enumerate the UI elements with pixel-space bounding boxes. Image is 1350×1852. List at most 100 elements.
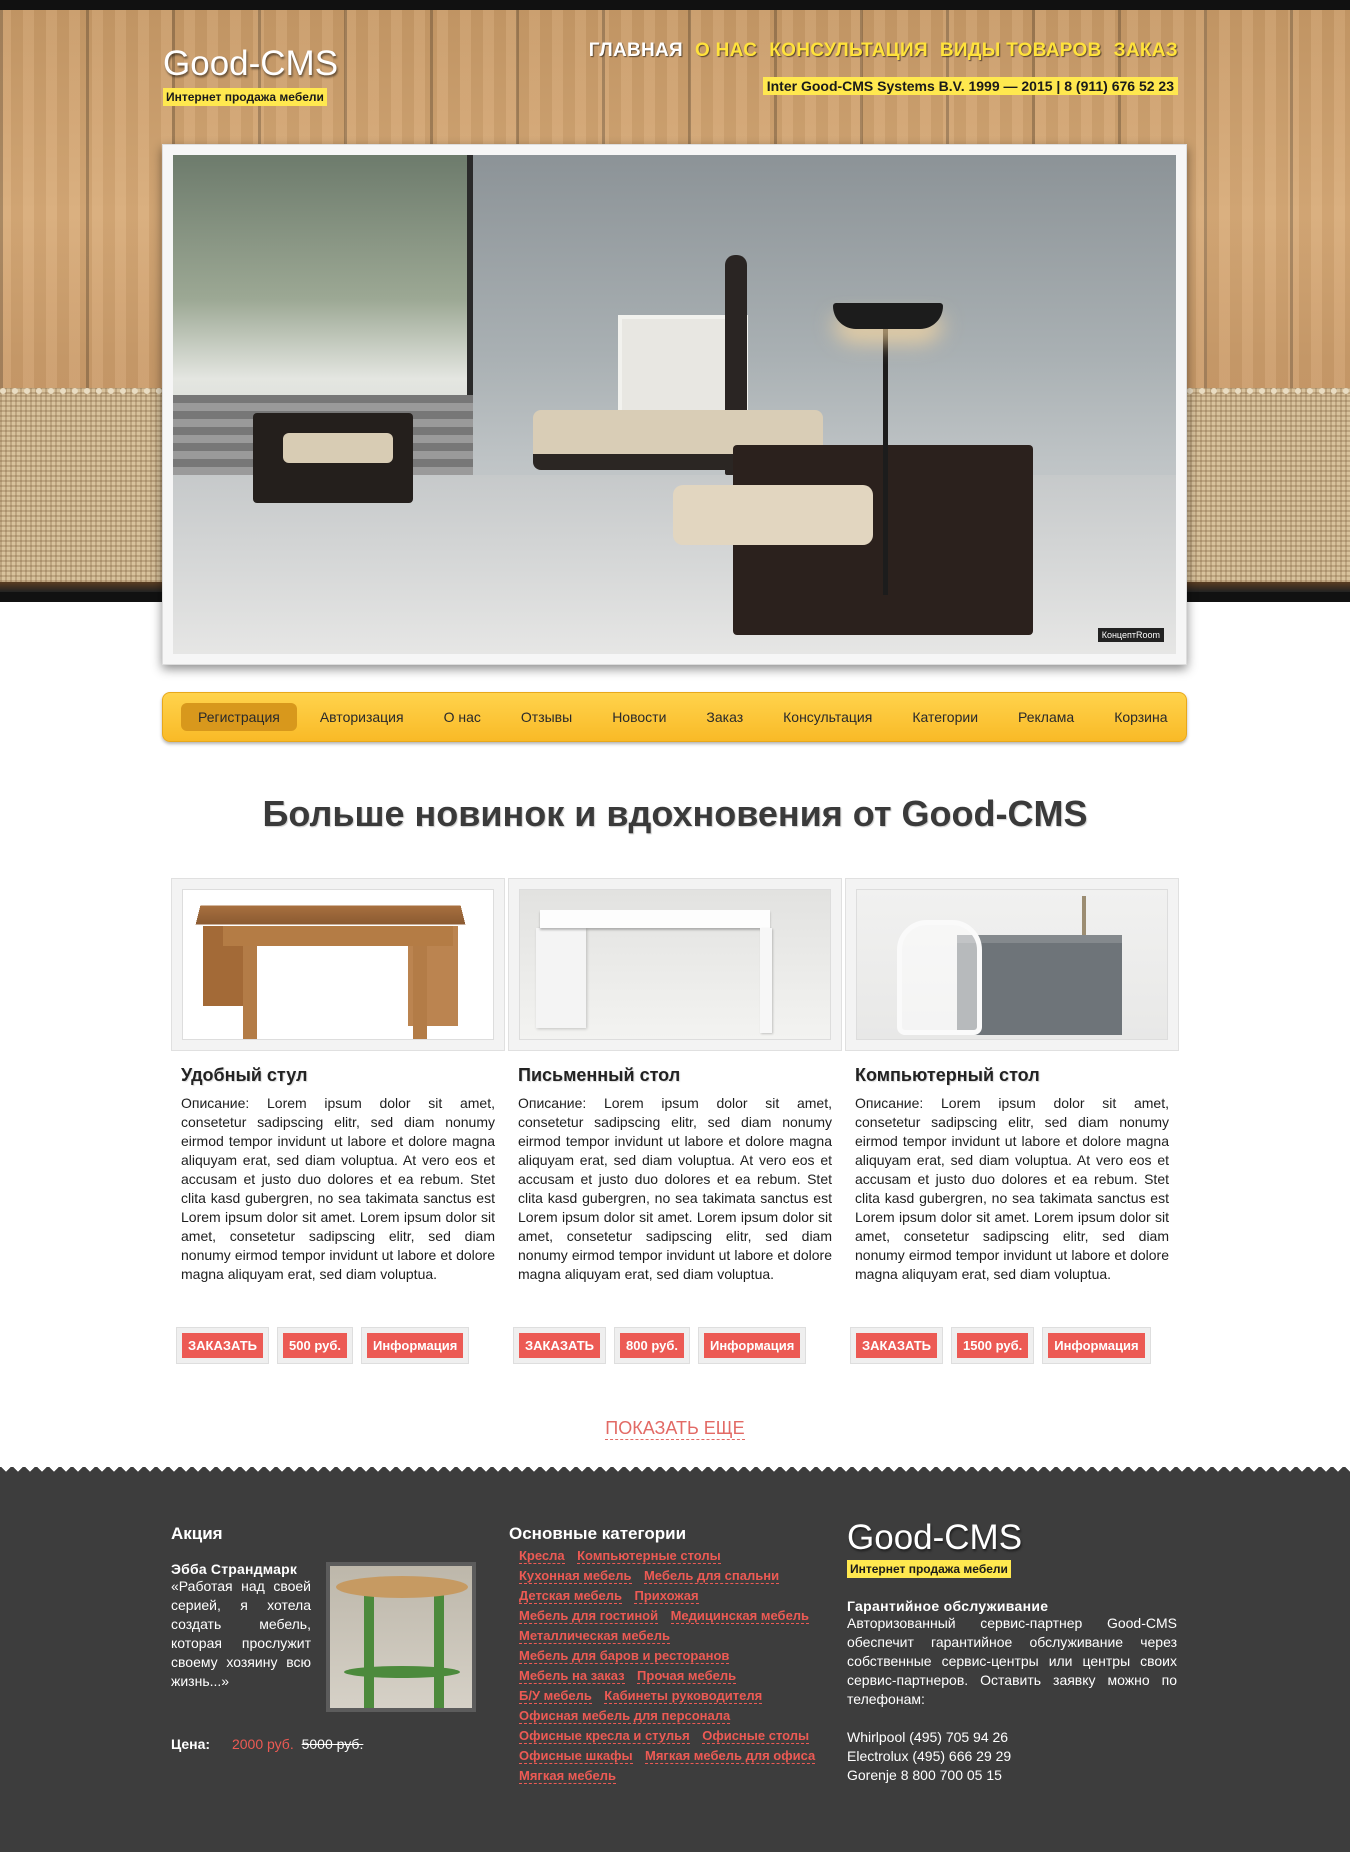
product-actions: ЗАКАЗАТЬ 800 руб. Информация: [513, 1327, 842, 1364]
desk-pedestal: [536, 928, 586, 1028]
info-button[interactable]: Информация: [366, 1333, 464, 1358]
promo-table-top: [336, 1576, 468, 1598]
category-link[interactable]: Офисные кресла и стулья: [519, 1728, 690, 1744]
hero-watermark: КонцептRoom: [1097, 628, 1164, 642]
category-link[interactable]: Мягкая мебель: [519, 1768, 616, 1784]
price-tag[interactable]: 1500 руб.: [957, 1333, 1029, 1358]
product-image-frame[interactable]: [508, 878, 842, 1051]
info-button-wrap: Информация: [1042, 1327, 1151, 1364]
price-button-wrap: 500 руб.: [277, 1327, 353, 1364]
product-description: Описание: Lorem ipsum dolor sit amet, co…: [855, 1095, 1169, 1282]
product-image-frame[interactable]: [845, 878, 1179, 1051]
product-card: Письменный стол Описание: Lorem ipsum do…: [508, 878, 842, 1364]
category-link[interactable]: Кабинеты руководителя: [604, 1688, 763, 1704]
order-button[interactable]: ЗАКАЗАТЬ: [182, 1333, 264, 1358]
product-image-frame[interactable]: [171, 878, 505, 1051]
price-tag[interactable]: 500 руб.: [283, 1333, 347, 1358]
hero-image: КонцептRoom: [173, 155, 1176, 654]
category-link[interactable]: Б/У мебель: [519, 1688, 592, 1704]
category-link[interactable]: Мягкая мебель для офиса: [645, 1748, 816, 1764]
nav-about[interactable]: О НАС: [695, 40, 757, 62]
table-leg: [243, 946, 257, 1039]
desk-leg: [760, 928, 772, 1033]
subnav-consultation[interactable]: Консультация: [766, 703, 889, 731]
category-link[interactable]: Офисные столы: [702, 1728, 810, 1744]
subnav-about[interactable]: О нас: [427, 703, 498, 731]
order-button[interactable]: ЗАКАЗАТЬ: [519, 1333, 601, 1358]
category-link[interactable]: Мебель для спальни: [643, 1568, 780, 1584]
subnav-register[interactable]: Регистрация: [181, 703, 297, 731]
product-actions: ЗАКАЗАТЬ 1500 руб. Информация: [850, 1327, 1179, 1364]
info-button[interactable]: Информация: [703, 1333, 801, 1358]
category-link[interactable]: Прихожая: [634, 1588, 699, 1604]
nav-order[interactable]: ЗАКАЗ: [1114, 40, 1178, 62]
order-button-wrap: ЗАКАЗАТЬ: [850, 1327, 944, 1364]
product-title[interactable]: Компьютерный стол: [855, 1065, 1179, 1086]
product-image: [519, 889, 831, 1040]
site-logo[interactable]: Good-CMS Интернет продажа мебели: [163, 44, 338, 106]
header-contact: Inter Good-CMS Systems B.V. 1999 — 2015 …: [762, 77, 1178, 95]
top-stripe: [0, 0, 1350, 10]
info-button[interactable]: Информация: [1048, 1333, 1145, 1358]
price-tag[interactable]: 800 руб.: [620, 1333, 684, 1358]
show-more-container: ПОКАЗАТЬ ЕЩЕ: [0, 1418, 1350, 1440]
logo-title: Good-CMS: [163, 44, 339, 83]
subnav-reviews[interactable]: Отзывы: [504, 703, 589, 731]
categories-block: Основные категории Кресла Компьютерные с…: [509, 1524, 829, 1786]
show-more-link[interactable]: ПОКАЗАТЬ ЕЩЕ: [605, 1418, 745, 1440]
phone-electrolux: Electrolux (495) 666 29 29: [847, 1748, 1012, 1764]
product-title[interactable]: Удобный стул: [181, 1065, 505, 1086]
subnav-login[interactable]: Авторизация: [303, 703, 421, 731]
category-link[interactable]: Металлическая мебель: [519, 1628, 670, 1644]
subnav-order[interactable]: Заказ: [689, 703, 760, 731]
hero-lamp-pole: [883, 325, 888, 595]
subnav-news[interactable]: Новости: [595, 703, 683, 731]
product-description: Описание: Lorem ipsum dolor sit amet, co…: [518, 1095, 832, 1282]
subnav-cart[interactable]: Корзина: [1097, 703, 1184, 731]
product-card: Компьютерный стол Описание: Lorem ipsum …: [845, 878, 1179, 1364]
table-top: [195, 905, 466, 925]
logo-subtitle: Интернет продажа мебели: [163, 88, 327, 106]
nav-product-types[interactable]: ВИДЫ ТОВАРОВ: [940, 40, 1102, 62]
phone-whirlpool: Whirlpool (495) 705 94 26: [847, 1729, 1009, 1745]
category-link[interactable]: Медицинская мебель: [670, 1608, 810, 1624]
categories-heading: Основные категории: [509, 1524, 687, 1543]
promo-quote: «Работая над своей серией, я хотела созд…: [171, 1578, 311, 1689]
order-button-wrap: ЗАКАЗАТЬ: [176, 1327, 270, 1364]
price-button-wrap: 800 руб.: [614, 1327, 690, 1364]
promo-image[interactable]: [326, 1562, 476, 1712]
secondary-nav: Регистрация Авторизация О нас Отзывы Нов…: [162, 692, 1187, 742]
category-link[interactable]: Кухонная мебель: [519, 1568, 632, 1584]
category-link[interactable]: Прочая мебель: [637, 1668, 737, 1684]
category-link[interactable]: Детская мебель: [519, 1588, 623, 1604]
product-list: Удобный стул Описание: Lorem ipsum dolor…: [171, 878, 1179, 1364]
category-link[interactable]: Офисная мебель для персонала: [519, 1708, 731, 1724]
promo-price: Цена: 2000 руб. 5000 руб.: [171, 1736, 363, 1752]
order-button-wrap: ЗАКАЗАТЬ: [513, 1327, 607, 1364]
promo-table-shelf: [344, 1666, 460, 1678]
brand-block: Good-CMS Интернет продажа мебели Гаранти…: [847, 1518, 1177, 1785]
category-link[interactable]: Кресла: [519, 1548, 565, 1564]
category-link[interactable]: Мебель на заказ: [519, 1668, 625, 1684]
product-card: Удобный стул Описание: Lorem ipsum dolor…: [171, 878, 505, 1364]
footer-logo-title[interactable]: Good-CMS: [847, 1518, 1177, 1558]
product-title[interactable]: Письменный стол: [518, 1065, 842, 1086]
category-link[interactable]: Мебель для гостиной: [519, 1608, 659, 1624]
price-new: 2000 руб.: [231, 1736, 294, 1752]
nav-consultation[interactable]: КОНСУЛЬТАЦИЯ: [769, 40, 928, 62]
category-link[interactable]: Офисные шкафы: [519, 1748, 633, 1764]
category-link[interactable]: Компьютерные столы: [577, 1548, 721, 1564]
price-button-wrap: 1500 руб.: [951, 1327, 1035, 1364]
nav-home[interactable]: ГЛАВНАЯ: [589, 40, 683, 62]
footer-logo-subtitle: Интернет продажа мебели: [847, 1560, 1011, 1578]
order-button[interactable]: ЗАКАЗАТЬ: [856, 1333, 938, 1358]
price-label: Цена:: [171, 1736, 211, 1752]
table-apron: [223, 926, 453, 946]
category-link[interactable]: Мебель для баров и ресторанов: [519, 1648, 730, 1664]
subnav-ads[interactable]: Реклама: [1001, 703, 1091, 731]
hero-armchair-left: [253, 413, 413, 503]
hero-frame: КонцептRoom: [162, 144, 1187, 665]
section-title: Больше новинок и вдохновения от Good-CMS: [262, 793, 1088, 834]
product-description: Описание: Lorem ipsum dolor sit amet, co…: [181, 1095, 495, 1282]
subnav-categories[interactable]: Категории: [895, 703, 995, 731]
